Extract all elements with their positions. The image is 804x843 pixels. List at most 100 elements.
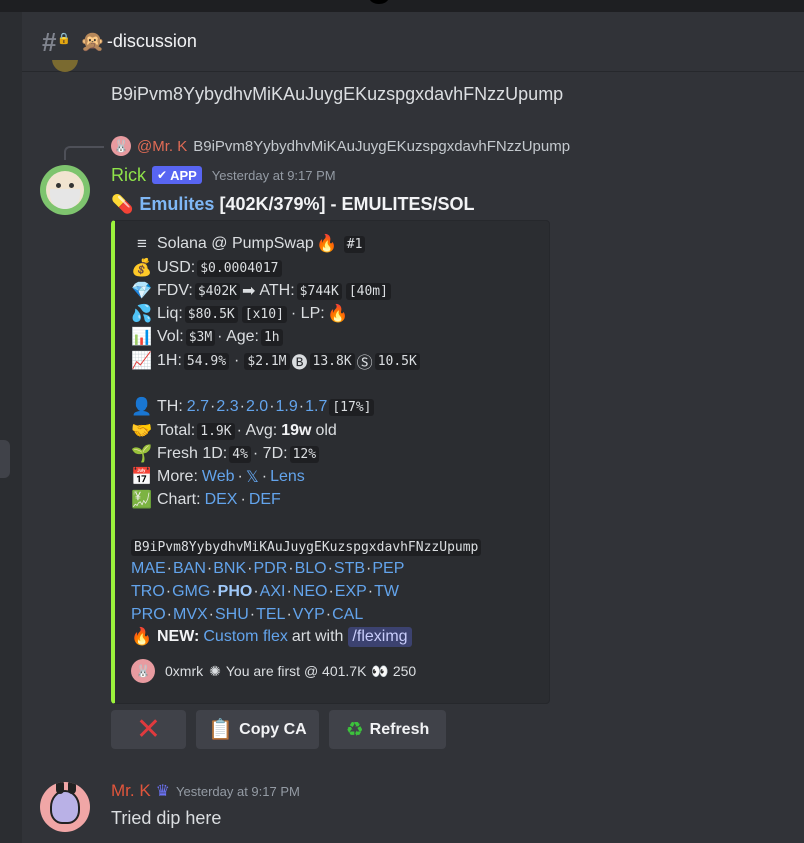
contract-address[interactable]: B9iPvm8YybydhvMiKAuJuygEKuzspgxdavhFNzzU… — [131, 538, 482, 556]
embed-vol-row: 📊 Vol: $3M · Age: 1h — [131, 326, 285, 348]
footer-user: 0xmrk — [165, 663, 204, 679]
avg-label: · Avg: — [236, 422, 278, 439]
usd-value: $0.0004017 — [197, 259, 282, 277]
embed-chain-row: ≡ Solana @ PumpSwap 🔥 #1 — [131, 233, 367, 255]
app-badge-label: APP — [170, 167, 197, 183]
recycle-icon: ♻ — [345, 719, 364, 741]
token-link[interactable]: Emulites — [139, 194, 214, 215]
th-total: [17%] — [329, 398, 375, 416]
droplets-icon: 💦 — [131, 304, 153, 323]
seedling-icon: 🌱 — [131, 444, 153, 463]
th-label: TH: — [157, 398, 183, 415]
bot-link[interactable]: EXP — [335, 583, 367, 601]
camera-notch — [369, 0, 389, 4]
embed-liq-row: 💦 Liq: $80.5K [x10] · LP: 🔥 — [131, 303, 353, 325]
rick-avatar[interactable] — [40, 165, 90, 215]
bot-link[interactable]: VYP — [293, 606, 325, 624]
ath-value: $744K — [296, 282, 342, 300]
locked-channel-icon: # 🔒 — [42, 26, 71, 57]
channel-header: # 🔒 🙊 -discussion — [22, 12, 804, 72]
fleximg-command[interactable]: /fleximg — [348, 627, 412, 647]
bot-link[interactable]: BAN — [173, 560, 206, 578]
custom-flex-link[interactable]: Custom flex — [203, 628, 287, 646]
pill-icon: 💊 — [111, 193, 134, 214]
avg-value: 19w — [281, 422, 312, 439]
bot-message-header: Rick ✔ APP Yesterday at 9:17 PM — [111, 165, 336, 185]
sparkle-icon: ✺ — [209, 662, 221, 679]
reply-connector — [64, 146, 104, 160]
bot-link[interactable]: GMG — [172, 583, 210, 601]
reply-reference[interactable]: 🐰 @Mr. K B9iPvm8YybydhvMiKAuJuygEKuzspgx… — [111, 136, 570, 156]
fire-icon: 🔥 — [327, 304, 349, 323]
embed-footer: 🐰 0xmrk ✺ You are first @ 401.7K 👀 250 — [131, 659, 416, 683]
vol-label: Vol: — [157, 328, 184, 345]
author-name[interactable]: Mr. K — [111, 781, 151, 801]
buys-icon: 🅑 — [291, 355, 308, 372]
lens-link[interactable]: Lens — [270, 468, 305, 486]
bot-link[interactable]: STB — [334, 560, 365, 578]
bot-link[interactable]: PHO — [218, 583, 253, 601]
bot-link[interactable]: TEL — [256, 606, 285, 624]
embed-more-row: 📅 More: Web · 𝕏 · Lens — [131, 467, 305, 487]
bar-chart-icon: 📊 — [131, 327, 153, 346]
token-summary: [402K/379%] - EMULITES/SOL — [219, 193, 475, 214]
close-icon: ✕ — [135, 713, 162, 746]
footer-text: You are first @ 401.7K — [225, 663, 367, 679]
th-link[interactable]: 2.7 — [187, 398, 209, 416]
holders-value: 1.9K — [197, 422, 235, 440]
holders-label: Total: — [157, 422, 196, 439]
bot-link[interactable]: BNK — [213, 560, 246, 578]
new-middle-text: art with — [291, 628, 344, 645]
def-link[interactable]: DEF — [249, 491, 281, 509]
fresh-7d-label: · 7D: — [252, 445, 288, 462]
embed-bots-row-1: MAE · BAN · BNK · PDR · BLO · STB · PEP — [131, 560, 405, 578]
th-link[interactable]: 2.3 — [216, 398, 238, 416]
crown-icon: ♛ — [155, 783, 171, 800]
token-embed: ≡ Solana @ PumpSwap 🔥 #1 💰 USD: $0.00040… — [111, 220, 550, 704]
th-link[interactable]: 2.0 — [246, 398, 268, 416]
message-timestamp: Yesterday at 9:17 PM — [176, 783, 300, 799]
reply-avatar: 🐰 — [111, 136, 131, 156]
previous-avatar[interactable] — [52, 60, 80, 72]
message-timestamp: Yesterday at 9:17 PM — [211, 167, 336, 183]
bot-link[interactable]: TW — [374, 583, 399, 601]
embed-th-row: 👤 TH: 2.7 · 2.3 · 2.0 · 1.9 · 1.7 [17%] — [131, 396, 376, 418]
rail-selection-pill — [0, 440, 10, 478]
bot-link[interactable]: PDR — [253, 560, 287, 578]
handshake-icon: 🤝 — [131, 421, 153, 440]
liq-label: Liq: — [157, 305, 183, 322]
bot-link[interactable]: PRO — [131, 606, 166, 624]
th-link[interactable]: 1.7 — [305, 398, 327, 416]
bot-link[interactable]: MAE — [131, 560, 166, 578]
dex-link[interactable]: DEX — [205, 491, 238, 509]
bot-link[interactable]: PEP — [372, 560, 404, 578]
x-link[interactable]: 𝕏 — [246, 467, 259, 487]
diamond-icon: 💎 — [131, 281, 153, 300]
copy-ca-button[interactable]: 📋 Copy CA — [196, 710, 319, 749]
bot-link[interactable]: CAL — [332, 606, 363, 624]
mrk-avatar[interactable] — [40, 782, 90, 832]
bot-link[interactable]: NEO — [293, 583, 328, 601]
embed-bots-row-3: PRO · MVX · SHU · TEL · VYP · CAL — [131, 606, 364, 624]
bot-link[interactable]: BLO — [295, 560, 327, 578]
dismiss-button[interactable]: ✕ — [111, 710, 186, 749]
reply-mention[interactable]: @Mr. K — [137, 138, 187, 155]
author-name[interactable]: Rick — [111, 165, 146, 186]
refresh-button[interactable]: ♻ Refresh — [329, 710, 446, 749]
copy-ca-label: Copy CA — [239, 720, 307, 738]
channel-emoji: 🙊 — [80, 31, 105, 53]
embed-fdv-row: 💎 FDV: $402K ➡ ATH: $744K [40m] — [131, 280, 393, 302]
avg-suffix: old — [315, 422, 337, 439]
bot-link[interactable]: SHU — [215, 606, 249, 624]
th-link[interactable]: 1.9 — [276, 398, 298, 416]
bot-title: 💊 Emulites [402K/379%] - EMULITES/SOL — [111, 193, 475, 215]
app-badge: ✔ APP — [152, 166, 202, 184]
web-link[interactable]: Web — [202, 468, 235, 486]
bot-link[interactable]: MVX — [173, 606, 208, 624]
bot-link[interactable]: AXI — [260, 583, 286, 601]
bot-link[interactable]: TRO — [131, 583, 165, 601]
rank-code: #1 — [343, 235, 366, 253]
window-top-strip — [0, 0, 804, 12]
channel-name[interactable]: -discussion — [107, 31, 197, 52]
embed-contract-row: B9iPvm8YybydhvMiKAuJuygEKuzspgxdavhFNzzU… — [131, 536, 483, 558]
